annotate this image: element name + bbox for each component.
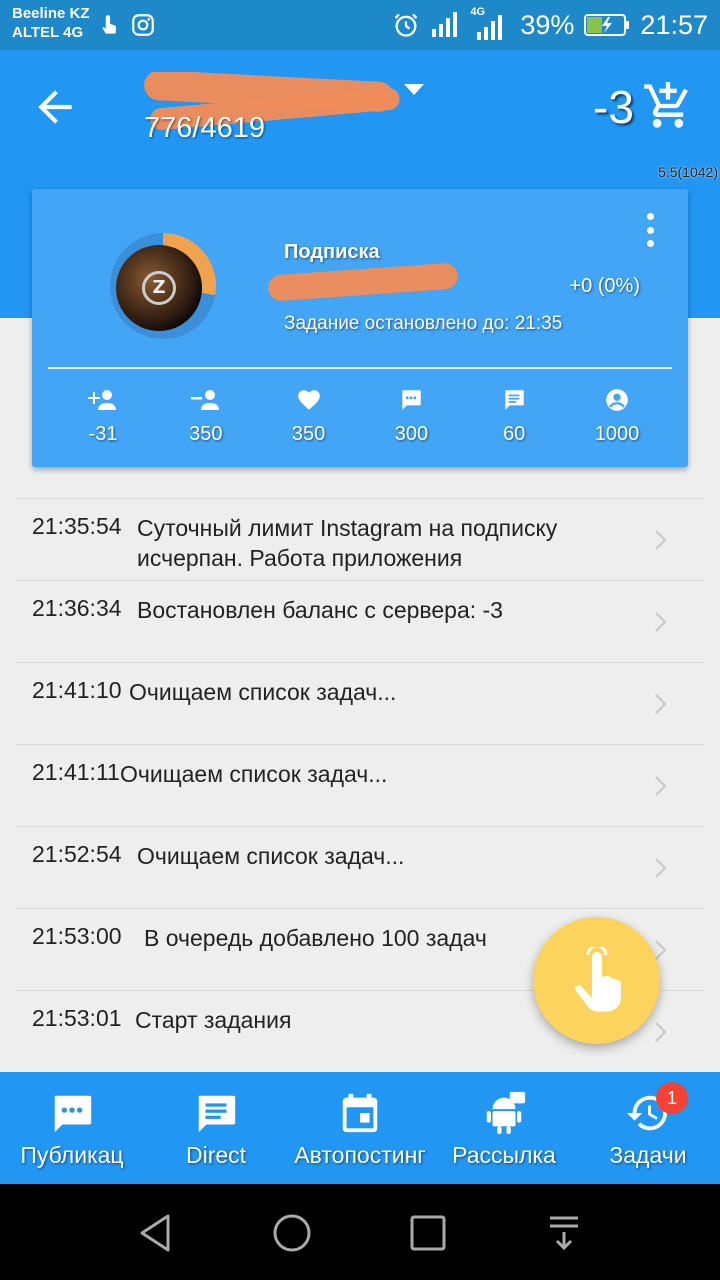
- limit-unfollow: 350: [161, 387, 251, 447]
- log-time: 21:53:00: [32, 923, 122, 949]
- nav-label: Автопостинг: [294, 1142, 426, 1168]
- notification-pulldown-icon[interactable]: [541, 1210, 587, 1256]
- system-navigation-bar: [0, 1184, 720, 1280]
- carrier-info: Beeline KZ ALTEL 4G: [12, 4, 90, 42]
- limits-row: -31 350 350 300 60 1000: [58, 387, 662, 447]
- touch-notification-icon: [102, 15, 117, 34]
- task-status: Задание остановлено до: 21:35: [284, 313, 563, 334]
- chat-dots-icon: [54, 1095, 92, 1133]
- unfollow-icon: [190, 390, 219, 410]
- log-time: 21:41:11: [32, 759, 120, 785]
- log-message: Очищаем список задач...: [120, 761, 388, 787]
- log-item[interactable]: 21:41:10 Очищаем список задач...: [16, 662, 704, 744]
- log-item[interactable]: 21:36:34 Востановлен баланс с сервера: -…: [16, 580, 704, 662]
- log-time: 21:35:54: [32, 513, 122, 539]
- progress-counter: 776/4619: [144, 112, 265, 144]
- signal-4g: 4G: [470, 6, 510, 42]
- carrier-2: ALTEL 4G: [12, 24, 84, 41]
- nav-label: Direct: [185, 1142, 247, 1168]
- nav-label: Задачи: [609, 1142, 687, 1168]
- nav-label: Публикац: [20, 1142, 124, 1168]
- comment-icon: [402, 390, 422, 410]
- alarm-icon: [395, 13, 418, 37]
- limit-value: -31: [88, 423, 118, 445]
- log-item[interactable]: 21:52:54 Очищаем список задач...: [16, 826, 704, 908]
- log-message: Востановлен баланс с сервера: -3: [137, 597, 503, 623]
- tasks-badge: 1: [656, 1082, 688, 1114]
- nav-publications[interactable]: Публикац: [0, 1072, 144, 1184]
- limit-messages: 60: [469, 387, 559, 447]
- start-task-button[interactable]: [533, 917, 660, 1044]
- add-to-cart-icon[interactable]: [642, 80, 694, 132]
- chevron-right-icon: [655, 612, 667, 632]
- limit-follow: -31: [58, 387, 148, 447]
- signal-icon: [432, 12, 458, 37]
- limit-value: 300: [394, 423, 429, 445]
- system-recents-icon[interactable]: [405, 1210, 451, 1256]
- log-time: 21:53:01: [32, 1005, 122, 1031]
- task-title: Подписка: [284, 241, 380, 263]
- bottom-navigation: Публикац Direct Автопостинг Рассылка Зад…: [0, 1072, 720, 1184]
- chevron-right-icon: [655, 694, 667, 714]
- log-time: 21:36:34: [32, 595, 122, 621]
- card-divider: [48, 367, 672, 369]
- nav-tasks[interactable]: Задачи 1: [576, 1072, 720, 1184]
- system-back-icon[interactable]: [134, 1210, 180, 1256]
- log-message: Очищаем список задач...: [137, 843, 405, 869]
- nav-mailing[interactable]: Рассылка: [432, 1072, 576, 1184]
- log-time: 21:52:54: [32, 841, 122, 867]
- log-item[interactable]: 21:41:11 Очищаем список задач...: [16, 744, 704, 826]
- clock: 21:57: [640, 9, 708, 40]
- log-message: Суточный лимит Instagram на подписку исч…: [137, 515, 558, 571]
- system-home-icon[interactable]: [269, 1210, 315, 1256]
- chevron-right-icon: [655, 776, 667, 796]
- battery-percent: 39%: [520, 9, 575, 40]
- follow-add-icon: [88, 390, 116, 410]
- status-bar: Beeline KZ ALTEL 4G 4G 39% 21:57: [0, 0, 720, 50]
- heart-icon: [297, 390, 320, 410]
- avatar: Z: [116, 245, 202, 331]
- more-options-icon[interactable]: [640, 213, 660, 247]
- task-stat: +0 (0%): [569, 275, 640, 297]
- message-lines-icon: [198, 1095, 236, 1133]
- battery-icon: [584, 14, 630, 36]
- log-time: 21:41:10: [32, 677, 122, 703]
- limit-value: 1000: [594, 423, 640, 445]
- app-version: 5.5(1042): [658, 164, 718, 180]
- profile-circle-icon: [606, 389, 628, 411]
- signal-4g-icon: [477, 15, 503, 40]
- nav-autoposting[interactable]: Автопостинг: [288, 1072, 432, 1184]
- instagram-notification-icon: [132, 14, 154, 36]
- nav-label: Рассылка: [452, 1142, 556, 1168]
- chevron-right-icon: [655, 1022, 667, 1042]
- limit-value: 350: [291, 423, 326, 445]
- limit-likes: 350: [264, 387, 354, 447]
- log-message: Очищаем список задач...: [129, 679, 397, 705]
- limit-comments: 300: [366, 387, 456, 447]
- android-message-icon: [486, 1091, 526, 1135]
- dropdown-arrow-icon[interactable]: [404, 84, 424, 95]
- tap-hand-icon: [575, 947, 621, 1012]
- app-bar: 776/4619 -3: [0, 50, 720, 162]
- carrier-1: Beeline KZ: [12, 5, 90, 22]
- limit-value: 60: [503, 423, 526, 445]
- avatar-logo-icon: Z: [142, 271, 176, 305]
- log-item[interactable]: 21:35:54 Суточный лимит Instagram на под…: [16, 498, 704, 580]
- redaction-mark: [267, 262, 459, 302]
- nav-direct[interactable]: Direct: [144, 1072, 288, 1184]
- back-arrow-icon[interactable]: [30, 82, 80, 132]
- chevron-right-icon: [655, 530, 667, 550]
- limit-value: 350: [189, 423, 223, 445]
- balance-value: -3: [593, 81, 634, 133]
- message-icon: [505, 390, 524, 410]
- calendar-icon: [342, 1093, 378, 1133]
- task-card[interactable]: Z Подписка +0 (0%) Задание остановлено д…: [32, 189, 688, 467]
- status-right: 4G 39% 21:57: [392, 6, 708, 42]
- limit-profiles: 1000: [572, 387, 662, 447]
- chevron-right-icon: [655, 858, 667, 878]
